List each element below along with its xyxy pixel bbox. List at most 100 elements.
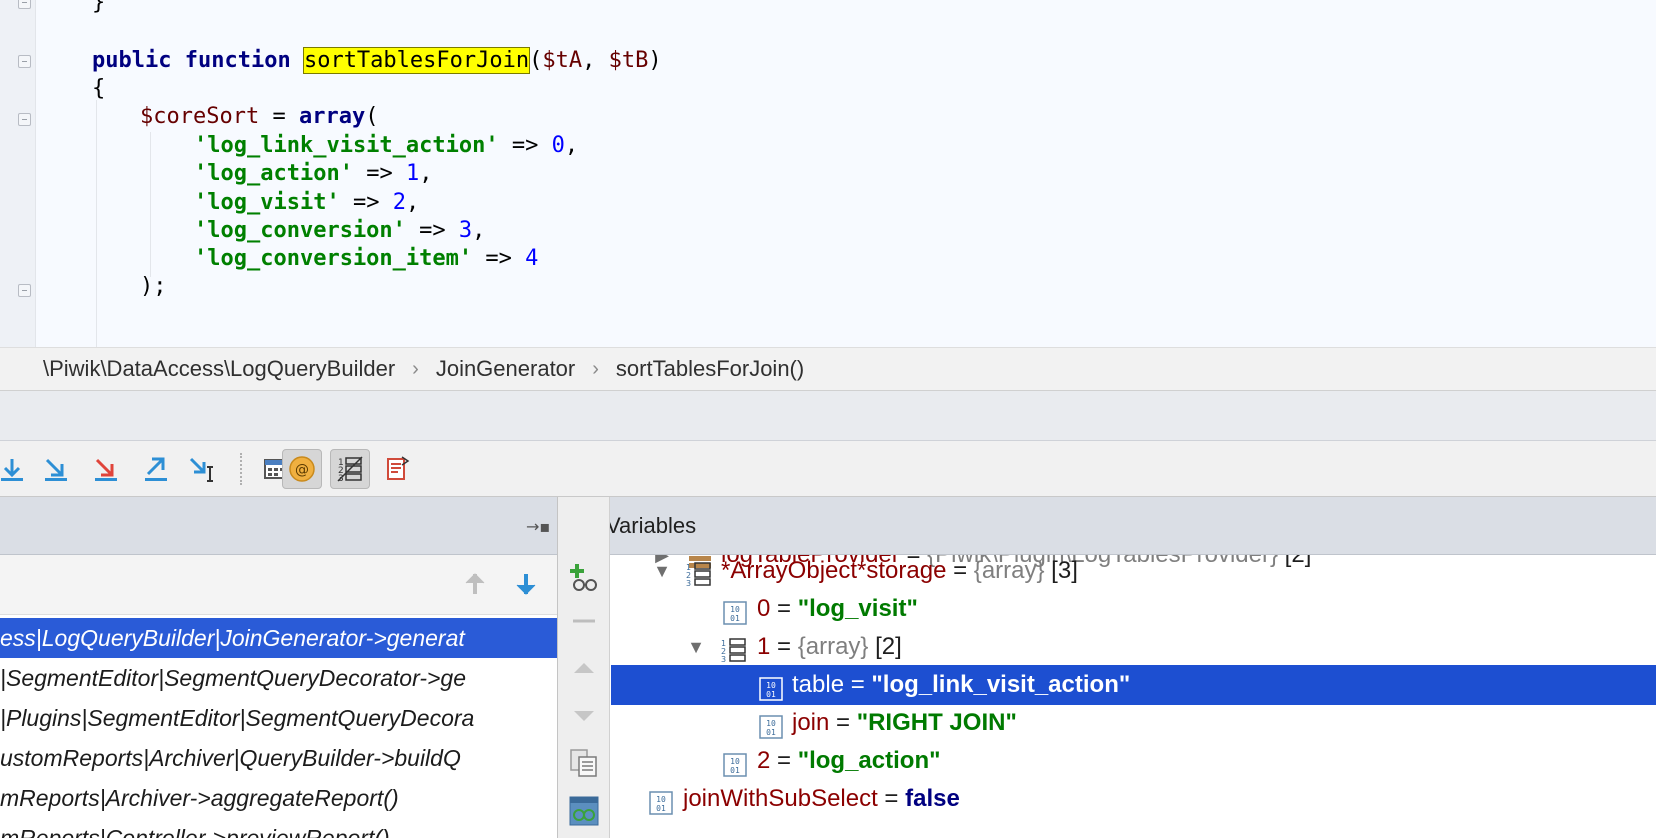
step-over-icon[interactable] — [0, 449, 32, 489]
primitive-icon: 10 01 — [649, 788, 673, 815]
fold-marker-icon[interactable] — [18, 284, 31, 297]
step-into-icon[interactable] — [36, 449, 76, 489]
debug-toolbar: @ 123 — [0, 441, 1656, 497]
code-line-entry: 'log_conversion_item' => 4 — [194, 246, 539, 271]
indent-guide — [96, 100, 97, 347]
code-line-assign: $coreSort = array( — [140, 104, 379, 129]
variable-row[interactable]: ▼ 123 *ArrayObject*storage = {array} [3] — [611, 555, 1656, 591]
svg-text:10: 10 — [656, 795, 666, 804]
variable-row[interactable]: 10 01 0 = "log_visit" — [611, 589, 1656, 629]
restore-layout-icon[interactable] — [376, 449, 416, 489]
breadcrumb-separator: › — [592, 357, 599, 380]
variable-name: 2 — [757, 747, 771, 774]
variable-row[interactable]: 10 01 join = "RIGHT JOIN" — [611, 703, 1656, 743]
breadcrumb-item-class[interactable]: JoinGenerator — [436, 356, 575, 382]
variable-row[interactable]: ▼ 123 1 = {array} [2] — [611, 627, 1656, 667]
primitive-icon: 10 01 — [759, 712, 783, 739]
move-up-icon[interactable] — [566, 651, 602, 687]
frame-item[interactable]: mReports|Archiver->aggregateReport() — [0, 778, 557, 818]
move-down-icon[interactable] — [566, 697, 602, 733]
svg-text:01: 01 — [766, 690, 776, 699]
variable-name: joinWithSubSelect — [683, 785, 878, 812]
svg-text:01: 01 — [766, 728, 776, 737]
code-line: } — [92, 0, 106, 15]
variable-row-selected[interactable]: 10 01 table = "log_link_visit_action" — [611, 665, 1656, 705]
frame-item[interactable]: mReports|Controller->previewReport() — [0, 818, 557, 838]
code-line-entry: 'log_action' => 1, — [194, 161, 433, 186]
primitive-icon: 10 01 — [723, 750, 747, 777]
run-to-cursor-icon[interactable] — [182, 449, 222, 489]
force-step-into-icon[interactable] — [86, 449, 126, 489]
code-line: { — [92, 76, 106, 101]
indent-guide — [150, 132, 151, 277]
variable-value: false — [905, 785, 960, 812]
arrow-down-icon[interactable] — [513, 571, 539, 601]
frames-pane: →▪ ess|LogQueryBuilder|JoinGenerator->ge… — [0, 497, 558, 838]
toolbar-separator — [240, 453, 242, 485]
array-view-icon[interactable]: 123 — [330, 449, 370, 489]
svg-text:@: @ — [295, 462, 309, 478]
variable-row[interactable]: 10 01 joinWithSubSelect = false — [611, 779, 1656, 819]
breadcrumb: \Piwik\DataAccess\LogQueryBuilder › Join… — [0, 347, 1656, 391]
frame-item[interactable]: ustomReports|Archiver|QueryBuilder->buil… — [0, 738, 557, 778]
code-line-entry: 'log_visit' => 2, — [194, 190, 420, 215]
highlighted-function-name[interactable]: sortTablesForJoin — [302, 47, 531, 74]
watches-toggle-icon[interactable] — [566, 793, 602, 829]
arrow-up-icon[interactable] — [462, 571, 488, 601]
frame-item[interactable]: |Plugins|SegmentEditor|SegmentQueryDecor… — [0, 698, 557, 738]
breadcrumb-item-method[interactable]: sortTablesForJoin() — [616, 356, 804, 382]
new-watch-icon[interactable] — [566, 559, 602, 595]
frames-header: →▪ — [0, 497, 557, 555]
variables-header: Variables — [558, 497, 1656, 555]
variables-side-toolbar — [558, 497, 610, 838]
svg-text:01: 01 — [656, 804, 666, 813]
variable-name: table — [792, 671, 845, 698]
step-out-icon[interactable] — [136, 449, 176, 489]
editor-gutter — [0, 0, 36, 347]
variable-value: "RIGHT JOIN" — [856, 709, 1017, 736]
svg-text:3: 3 — [721, 655, 726, 663]
variable-name: 0 — [757, 595, 771, 622]
pin-icon[interactable]: →▪ — [526, 517, 550, 536]
frame-item[interactable]: |SegmentEditor|SegmentQueryDecorator->ge — [0, 658, 557, 698]
code-line-entry: 'log_link_visit_action' => 0, — [194, 133, 579, 158]
collapse-arrow-icon[interactable]: ▼ — [651, 555, 673, 591]
copy-icon[interactable] — [566, 745, 602, 781]
variables-tree: ▶ logTableProvider = {Piwik\Plugin\LogTa… — [611, 555, 1656, 838]
primitive-icon: 10 01 — [723, 598, 747, 625]
array-icon: 123 — [721, 636, 746, 664]
fold-marker-icon[interactable] — [18, 113, 31, 126]
variables-title: Variables — [606, 512, 697, 538]
variable-name: *ArrayObject*storage — [721, 557, 947, 584]
primitive-icon: 10 01 — [759, 674, 783, 701]
debug-tool-window-header — [0, 391, 1656, 441]
breadcrumb-separator: › — [412, 357, 419, 380]
svg-text:10: 10 — [766, 681, 776, 690]
code-line-signature: public function sortTablesForJoin($tA, $… — [92, 47, 662, 74]
variable-value: {array} — [973, 557, 1045, 584]
svg-text:10: 10 — [730, 757, 740, 766]
watch-mode-icon[interactable]: @ — [282, 449, 322, 489]
svg-text:01: 01 — [730, 766, 740, 775]
svg-text:10: 10 — [766, 719, 776, 728]
svg-text:01: 01 — [730, 614, 740, 623]
variable-value: {array} — [797, 633, 869, 660]
fold-marker-icon[interactable] — [18, 55, 31, 68]
variable-name: join — [792, 709, 830, 736]
frame-item[interactable]: ess|LogQueryBuilder|JoinGenerator->gener… — [0, 618, 557, 658]
svg-text:10: 10 — [730, 605, 740, 614]
variable-name: 1 — [757, 633, 771, 660]
variable-row[interactable]: 10 01 2 = "log_action" — [611, 741, 1656, 781]
variable-value: "log_link_visit_action" — [871, 671, 1131, 698]
fold-marker-icon[interactable] — [18, 0, 31, 9]
collapse-arrow-icon[interactable]: ▼ — [685, 627, 707, 667]
code-editor[interactable]: } public function sortTablesForJoin($tA,… — [0, 0, 1656, 347]
frames-toolbar — [0, 555, 557, 615]
remove-watch-icon[interactable] — [566, 603, 602, 639]
code-line-entry: 'log_conversion' => 3, — [194, 218, 486, 243]
variable-value: "log_action" — [797, 747, 941, 774]
array-icon: 123 — [686, 560, 711, 588]
svg-text:3: 3 — [686, 579, 691, 587]
variable-value: "log_visit" — [797, 595, 918, 622]
breadcrumb-item-namespace[interactable]: \Piwik\DataAccess\LogQueryBuilder — [43, 356, 395, 382]
